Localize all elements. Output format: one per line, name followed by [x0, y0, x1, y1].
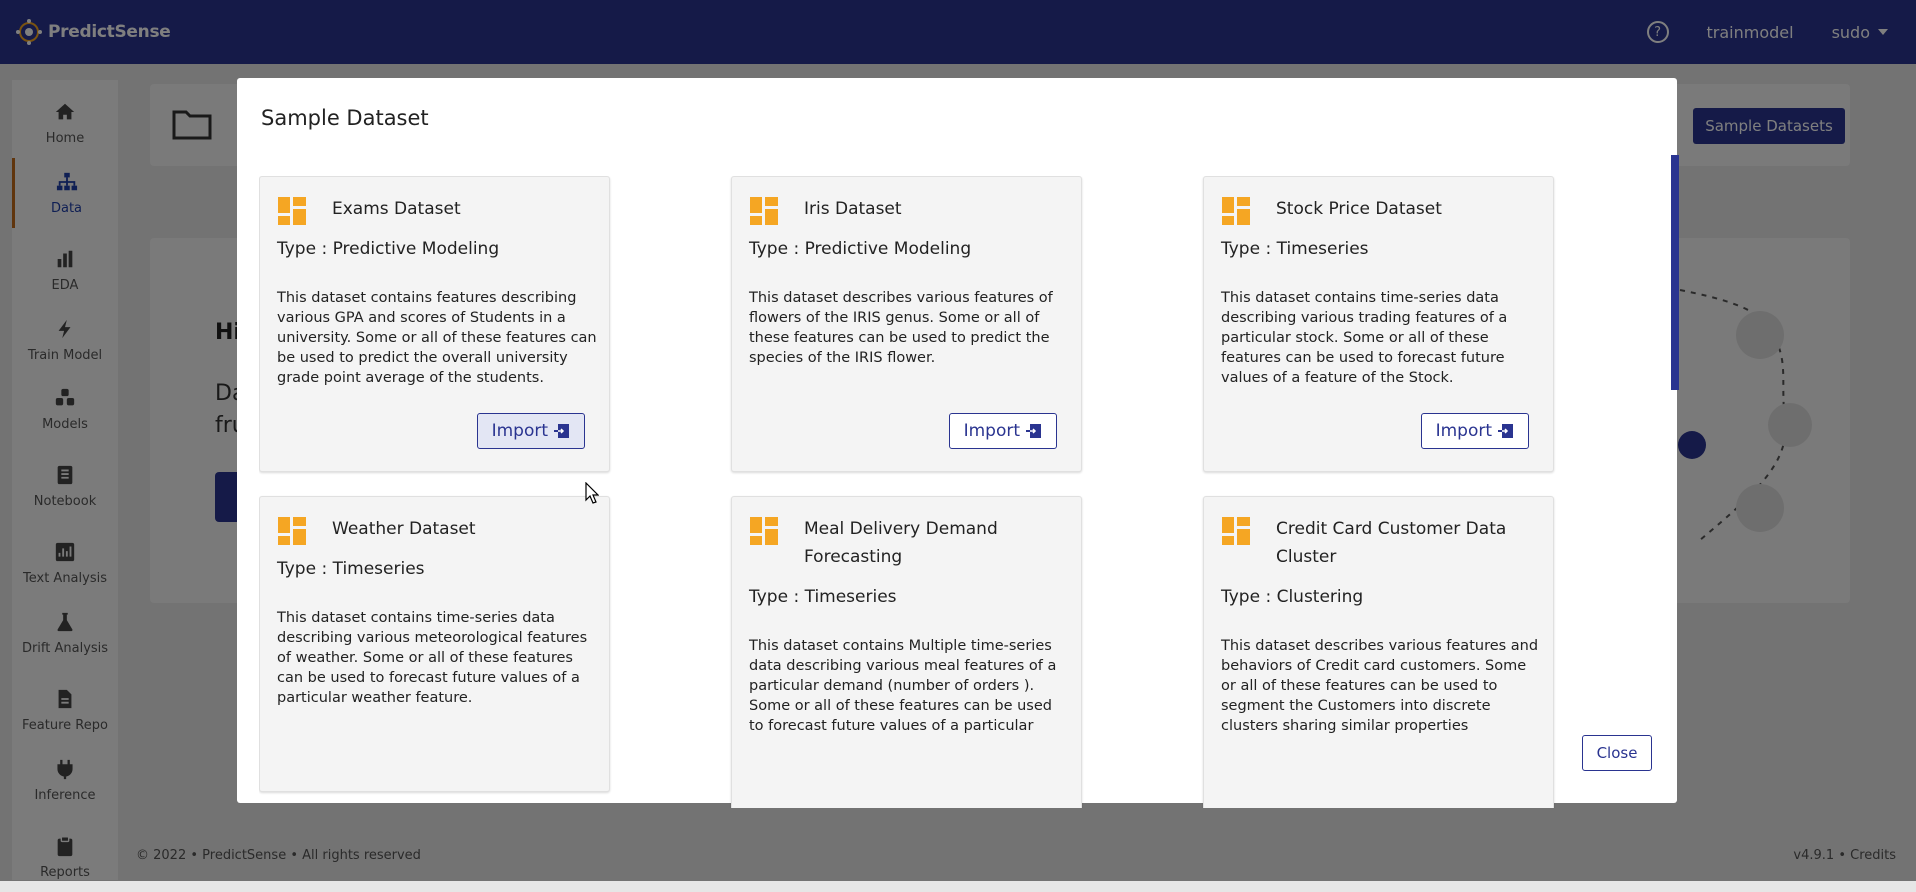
dataset-description: This dataset contains time-series data d…	[277, 610, 588, 706]
import-icon	[1026, 424, 1041, 438]
import-icon	[554, 424, 569, 438]
dataset-type: Type : Timeseries	[749, 587, 897, 607]
dataset-description: This dataset describes various features …	[749, 290, 1053, 366]
dataset-description: This dataset contains features describin…	[277, 290, 597, 386]
close-button[interactable]: Close	[1582, 735, 1652, 771]
import-button[interactable]: Import	[1420, 413, 1529, 449]
import-button[interactable]: Import	[476, 413, 585, 449]
import-icon	[1498, 424, 1513, 438]
dataset-name: Stock Price Dataset	[1276, 199, 1442, 219]
dataset-description: This dataset contains time-series data d…	[1221, 290, 1508, 386]
dataset-description: This dataset describes various features …	[1221, 638, 1539, 734]
dataset-grid: Exams Dataset Type : Predictive Modeling…	[259, 176, 1659, 808]
dataset-card-weather: Weather Dataset Type : Timeseries This d…	[259, 496, 610, 792]
dashboard-icon	[278, 197, 306, 225]
mouse-cursor-icon	[585, 482, 599, 504]
dataset-name: Weather Dataset	[332, 519, 476, 539]
dashboard-icon	[750, 197, 778, 225]
dashboard-icon	[1222, 197, 1250, 225]
dataset-name: Iris Dataset	[804, 199, 902, 219]
dashboard-icon	[278, 517, 306, 545]
dataset-name: Credit Card Customer Data Cluster	[1276, 519, 1507, 567]
dataset-card-stock-price: Stock Price Dataset Type : Timeseries Th…	[1203, 176, 1554, 472]
dataset-card-credit-card: Credit Card Customer Data Cluster Type :…	[1203, 496, 1554, 808]
dashboard-icon	[1222, 517, 1250, 545]
dataset-card-iris: Iris Dataset Type : Predictive Modeling …	[731, 176, 1082, 472]
dashboard-icon	[750, 517, 778, 545]
dataset-type: Type : Timeseries	[1221, 239, 1369, 259]
dataset-description: This dataset contains Multiple time-seri…	[749, 638, 1057, 734]
dataset-type: Type : Predictive Modeling	[749, 239, 972, 259]
dataset-card-exams: Exams Dataset Type : Predictive Modeling…	[259, 176, 610, 472]
dataset-type: Type : Clustering	[1221, 587, 1364, 607]
dataset-name: Meal Delivery Demand Forecasting	[804, 519, 998, 567]
import-label: Import	[1435, 421, 1492, 441]
dataset-name: Exams Dataset	[332, 199, 461, 219]
dataset-card-meal-delivery: Meal Delivery Demand Forecasting Type : …	[731, 496, 1082, 808]
modal-scrollbar[interactable]	[1671, 155, 1679, 390]
import-button[interactable]: Import	[948, 413, 1057, 449]
sample-dataset-modal: Sample Dataset Exams Dataset Type : Pred…	[237, 78, 1679, 808]
dataset-type: Type : Predictive Modeling	[277, 239, 500, 259]
import-label: Import	[963, 421, 1020, 441]
dataset-type: Type : Timeseries	[277, 559, 425, 579]
modal-title: Sample Dataset	[261, 106, 429, 130]
import-label: Import	[491, 421, 548, 441]
